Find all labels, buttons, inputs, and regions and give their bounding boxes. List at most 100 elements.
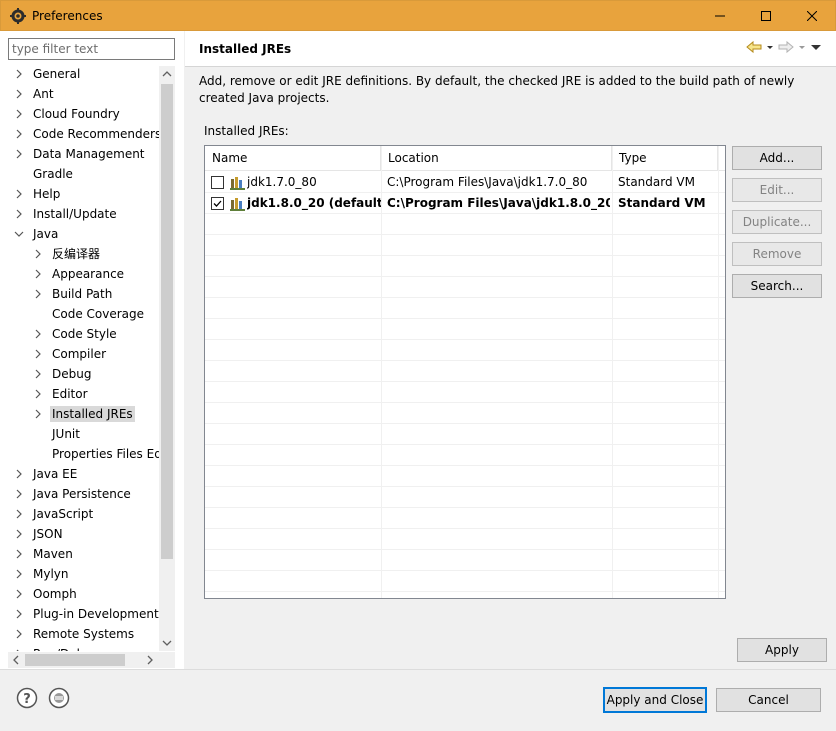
apply-button[interactable]: Apply <box>737 638 827 662</box>
tree-item[interactable]: Install/Update <box>14 204 117 224</box>
tree-item[interactable]: JavaScript <box>14 504 93 524</box>
tree-item[interactable]: Code Coverage <box>33 304 144 324</box>
chevron-right-icon[interactable] <box>14 484 24 504</box>
tree-item[interactable]: Code Style <box>33 324 117 344</box>
tree-item[interactable]: Java <box>14 224 58 244</box>
table-row <box>205 382 725 403</box>
add-button[interactable]: Add... <box>732 146 822 170</box>
chevron-right-icon[interactable] <box>33 384 43 404</box>
chevron-right-icon[interactable] <box>14 104 24 124</box>
tree-item[interactable]: Appearance <box>33 264 124 284</box>
tree-item[interactable]: JUnit <box>33 424 80 444</box>
scroll-thumb[interactable] <box>25 654 125 666</box>
jre-library-icon <box>230 175 246 190</box>
chevron-right-icon[interactable] <box>14 644 24 651</box>
chevron-right-icon[interactable] <box>14 584 24 604</box>
tree-item[interactable]: Debug <box>33 364 91 384</box>
table-row[interactable]: jdk1.8.0_20 (default) C:\Program Files\Ja… <box>205 193 725 214</box>
help-icon[interactable]: ? <box>16 687 38 709</box>
chevron-right-icon[interactable] <box>33 404 43 424</box>
tree-item[interactable]: 反编译器 <box>33 244 100 264</box>
tree-item[interactable]: Properties Files Ed <box>33 444 159 464</box>
table-row <box>205 319 725 340</box>
minimize-button[interactable] <box>697 1 743 31</box>
chevron-right-icon[interactable] <box>14 564 24 584</box>
filter-input[interactable] <box>8 38 175 60</box>
forward-arrow-icon[interactable] <box>778 40 794 54</box>
chevron-right-icon[interactable] <box>33 364 43 384</box>
scroll-down-icon[interactable] <box>162 639 172 647</box>
tree-item-label: Compiler <box>52 347 107 361</box>
chevron-right-icon[interactable] <box>33 284 43 304</box>
chevron-right-icon[interactable] <box>33 324 43 344</box>
tree-item[interactable]: Help <box>14 184 60 204</box>
tree-item[interactable]: Oomph <box>14 584 77 604</box>
tree-item[interactable]: General <box>14 66 80 84</box>
column-divider <box>612 146 613 598</box>
chevron-right-icon[interactable] <box>14 144 24 164</box>
chevron-right-icon[interactable] <box>33 264 43 284</box>
tree-item[interactable]: Ant <box>14 84 54 104</box>
tree-item[interactable]: Build Path <box>33 284 112 304</box>
search-button[interactable]: Search... <box>732 274 822 298</box>
jre-table: Name Location Type jdk1.7.0_80 C:\Program… <box>204 145 726 599</box>
tree-item[interactable]: JSON <box>14 524 63 544</box>
chevron-right-icon[interactable] <box>33 244 43 264</box>
tree-item[interactable]: Editor <box>33 384 88 404</box>
chevron-right-icon[interactable] <box>14 204 24 224</box>
tree-item[interactable]: Mylyn <box>14 564 69 584</box>
tree-item[interactable]: Run/Debug <box>14 644 100 651</box>
scroll-thumb[interactable] <box>161 84 173 559</box>
tree-item[interactable]: Data Management <box>14 144 145 164</box>
remove-button[interactable]: Remove <box>732 242 822 266</box>
chevron-right-icon[interactable] <box>14 624 24 644</box>
chevron-right-icon[interactable] <box>14 184 24 204</box>
tree-item[interactable]: Maven <box>14 544 73 564</box>
dialog-button-bar: ? Apply and Close Cancel <box>0 669 836 731</box>
chevron-right-icon[interactable] <box>14 124 24 144</box>
chevron-right-icon[interactable] <box>14 66 24 84</box>
tree-item[interactable]: Code Recommenders <box>14 124 159 144</box>
back-menu-icon[interactable] <box>766 40 774 54</box>
tree-item[interactable]: Remote Systems <box>14 624 134 644</box>
chevron-right-icon[interactable] <box>14 544 24 564</box>
column-header-type[interactable]: Type <box>612 146 718 171</box>
chevron-right-icon[interactable] <box>14 524 24 544</box>
tree-item-label: Mylyn <box>33 567 69 581</box>
jre-checkbox[interactable] <box>211 176 224 189</box>
tree-item[interactable]: Java Persistence <box>14 484 131 504</box>
cancel-button[interactable]: Cancel <box>716 688 821 712</box>
tree-item[interactable]: Compiler <box>33 344 106 364</box>
tree-horizontal-scrollbar[interactable] <box>8 652 159 668</box>
maximize-button[interactable] <box>743 1 789 31</box>
column-header-name[interactable]: Name <box>205 146 381 171</box>
column-header-location[interactable]: Location <box>381 146 612 171</box>
scroll-up-icon[interactable] <box>162 70 172 78</box>
chevron-down-icon[interactable] <box>14 224 24 244</box>
table-row[interactable]: jdk1.7.0_80 C:\Program Files\Java\jdk1.7.… <box>205 172 725 193</box>
chevron-right-icon[interactable] <box>14 464 24 484</box>
maximize-icon <box>761 11 771 21</box>
scroll-right-icon[interactable] <box>146 655 154 665</box>
tree-item[interactable]: Java EE <box>14 464 77 484</box>
chevron-right-icon[interactable] <box>14 504 24 524</box>
chevron-right-icon[interactable] <box>14 84 24 104</box>
tree-item[interactable]: Installed JREs <box>33 404 135 424</box>
scroll-left-icon[interactable] <box>12 655 20 665</box>
import-export-icon[interactable] <box>48 687 70 709</box>
tree-item[interactable]: Plug-in Development <box>14 604 159 624</box>
chevron-right-icon[interactable] <box>33 344 43 364</box>
apply-and-close-button[interactable]: Apply and Close <box>603 687 707 713</box>
jre-checkbox[interactable] <box>211 197 224 210</box>
chevron-right-icon[interactable] <box>14 604 24 624</box>
tree-item[interactable]: Gradle <box>14 164 73 184</box>
edit-button[interactable]: Edit... <box>732 178 822 202</box>
duplicate-button[interactable]: Duplicate... <box>732 210 822 234</box>
back-arrow-icon[interactable] <box>746 40 762 54</box>
forward-menu-icon[interactable] <box>798 40 806 54</box>
tree-item[interactable]: Cloud Foundry <box>14 104 120 124</box>
tree-vertical-scrollbar[interactable] <box>159 66 175 651</box>
view-menu-icon[interactable] <box>810 40 822 54</box>
table-cell-type: Standard VM <box>618 196 706 210</box>
close-button[interactable] <box>789 1 835 31</box>
